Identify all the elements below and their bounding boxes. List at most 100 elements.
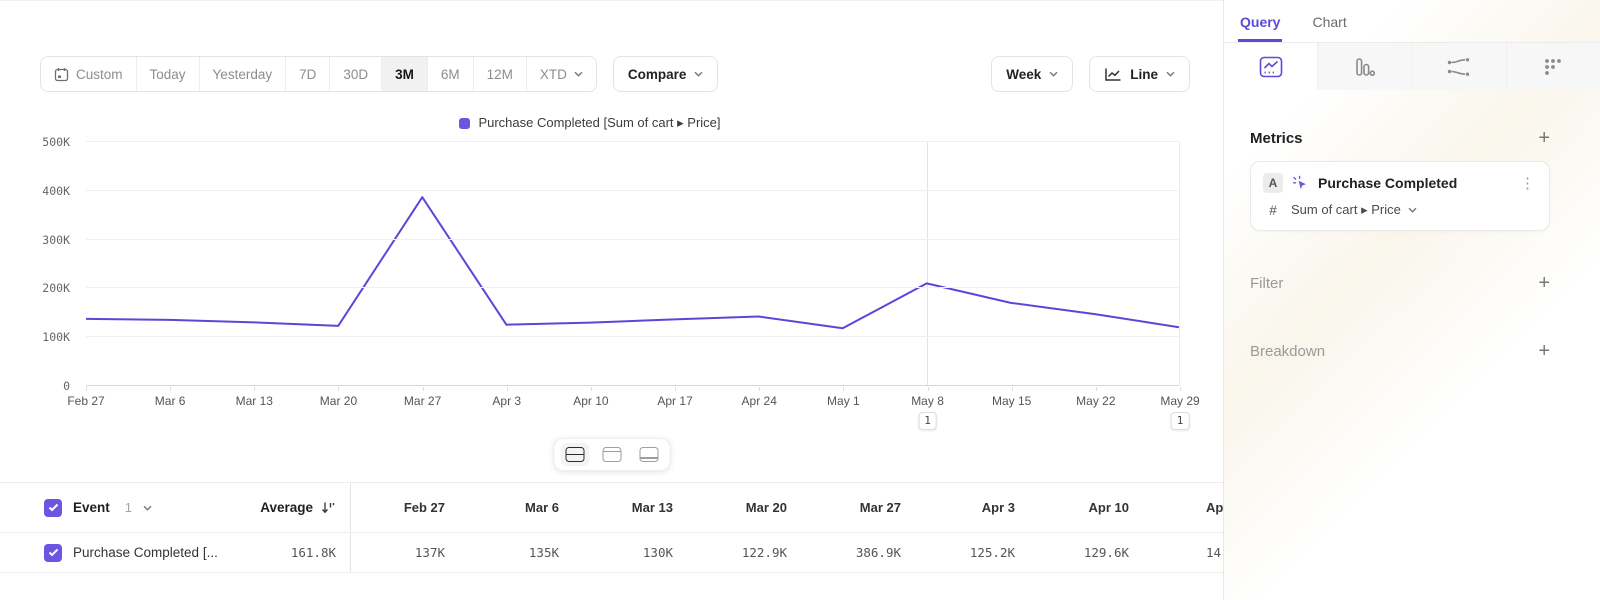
annotation-badges: 11: [86, 412, 1180, 434]
x-axis-label: Mar 27: [404, 394, 441, 408]
aggregation-dropdown[interactable]: Sum of cart ▸ Price: [1291, 202, 1417, 218]
axis-tick: [254, 387, 255, 391]
y-axis: 0100K200K300K400K500K: [0, 142, 70, 386]
table-cell-value: 125.2K: [921, 545, 1035, 560]
chevron-down-icon: [1408, 207, 1417, 213]
gridline: [86, 190, 1179, 191]
x-axis-label: May 1: [827, 394, 860, 408]
analysis-type-tabs: [1224, 43, 1600, 90]
event-selector[interactable]: Event 1: [0, 499, 218, 517]
column-header: Apr 10: [1035, 500, 1149, 515]
axis-tick: [759, 387, 760, 391]
column-header: Mar 6: [465, 500, 579, 515]
gridline: [86, 141, 1179, 142]
breakdown-section: Breakdown +: [1224, 341, 1600, 361]
row-checkbox[interactable]: [44, 544, 62, 562]
row-average-cell: 161.8K: [218, 545, 350, 560]
table-cell-value-clipped: 14: [1149, 545, 1223, 560]
metrics-header: Metrics +: [1250, 128, 1550, 148]
row-values: 137K135K130K122.9K386.9K125.2K129.6K14: [350, 533, 1223, 572]
query-panel: Query Chart Metrics + A: [1223, 0, 1600, 600]
column-header: Feb 27: [351, 500, 465, 515]
table-cell-value: 135K: [465, 545, 579, 560]
date-columns-header: Feb 27Mar 6Mar 13Mar 20Mar 27Apr 3Apr 10…: [350, 483, 1223, 532]
axis-tick: [1096, 387, 1097, 391]
analysis-tab-funnels[interactable]: [1412, 43, 1506, 90]
x-axis-label: May 22: [1076, 394, 1115, 408]
annotation-badge[interactable]: 1: [918, 412, 937, 430]
annotation-badge[interactable]: 1: [1171, 412, 1190, 430]
add-metric-button[interactable]: +: [1538, 128, 1550, 148]
column-header: Mar 13: [579, 500, 693, 515]
metric-row-event: A Purchase Completed ⋮: [1263, 173, 1537, 193]
event-count: 1: [125, 500, 132, 515]
breakdown-title: Breakdown: [1250, 343, 1325, 360]
column-header: Mar 20: [693, 500, 807, 515]
insights-icon: [1259, 56, 1283, 78]
y-axis-label: 100K: [0, 331, 70, 343]
event-header-label: Event: [73, 500, 110, 515]
average-label: Average: [260, 500, 313, 515]
table-header-row: Event1 Average Feb 27Mar 6Mar 13Mar 20Ma…: [0, 483, 1223, 533]
bar-chart-icon: [1355, 56, 1375, 78]
split-view-icon: [565, 447, 584, 462]
axis-tick: [843, 387, 844, 391]
column-header-clipped: Apr: [1149, 500, 1223, 515]
row-event-cell: Purchase Completed [...: [0, 544, 218, 562]
x-axis-label: Apr 3: [492, 394, 521, 408]
average-column-header[interactable]: Average: [218, 500, 350, 515]
x-axis-label: May 8: [911, 394, 944, 408]
add-filter-button[interactable]: +: [1538, 273, 1550, 293]
analysis-tab-retention[interactable]: [1506, 43, 1600, 90]
axis-tick: [1180, 387, 1181, 391]
aggregation-label: Sum of cart ▸ Price: [1291, 202, 1401, 218]
retention-dots-icon: [1543, 57, 1563, 77]
analysis-tab-insights[interactable]: [1224, 43, 1317, 90]
x-axis-label: Apr 24: [742, 394, 777, 408]
x-axis-label: Mar 6: [155, 394, 186, 408]
x-axis-label: May 29: [1160, 394, 1199, 408]
row-event-name: Purchase Completed [...: [73, 545, 218, 560]
y-axis-label: 0: [0, 380, 70, 392]
tab-query[interactable]: Query: [1238, 12, 1282, 42]
metrics-title: Metrics: [1250, 130, 1303, 147]
metrics-section: Metrics + A Purchase Completed ⋮ # Sum o…: [1224, 128, 1600, 231]
metric-card[interactable]: A Purchase Completed ⋮ # Sum of cart ▸ P…: [1250, 161, 1550, 231]
axis-tick: [675, 387, 676, 391]
average-value: 161.8K: [291, 545, 336, 560]
axis-tick: [423, 387, 424, 391]
axis-tick: [86, 387, 87, 391]
chevron-down-icon: [143, 505, 152, 511]
table-bottom-view-toggle[interactable]: [634, 443, 663, 466]
table-bottom-view-icon: [639, 447, 658, 462]
x-axis-label: Mar 13: [236, 394, 273, 408]
tab-chart[interactable]: Chart: [1310, 12, 1348, 42]
x-axis-label: Apr 17: [657, 394, 692, 408]
y-axis-label: 400K: [0, 185, 70, 197]
select-all-checkbox[interactable]: [44, 499, 62, 517]
axis-tick: [928, 387, 929, 391]
axis-tick: [1012, 387, 1013, 391]
metric-menu-kebab[interactable]: ⋮: [1518, 174, 1537, 192]
series-line: [86, 142, 1179, 386]
panel-tabs: Query Chart: [1224, 0, 1600, 43]
table-cell-value: 129.6K: [1035, 545, 1149, 560]
split-view-toggle[interactable]: [560, 443, 589, 466]
line-chart: 0100K200K300K400K500K Feb 27Mar 6Mar 13M…: [0, 1, 1223, 441]
y-axis-label: 500K: [0, 136, 70, 148]
x-axis-label: Feb 27: [67, 394, 104, 408]
x-axis-label: Apr 10: [573, 394, 608, 408]
table-cell-value: 130K: [579, 545, 693, 560]
funnel-flows-icon: [1447, 57, 1471, 77]
x-axis: Feb 27Mar 6Mar 13Mar 20Mar 27Apr 3Apr 10…: [86, 386, 1180, 412]
analysis-tab-bars[interactable]: [1317, 43, 1411, 90]
sort-descending-icon[interactable]: [321, 501, 336, 514]
chart-top-view-toggle[interactable]: [597, 443, 626, 466]
x-axis-label: May 15: [992, 394, 1031, 408]
y-axis-label: 200K: [0, 282, 70, 294]
add-breakdown-button[interactable]: +: [1538, 341, 1550, 361]
column-header: Apr 3: [921, 500, 1035, 515]
table-cell-value: 386.9K: [807, 545, 921, 560]
metric-letter-badge: A: [1263, 173, 1283, 193]
table-cell-value: 122.9K: [693, 545, 807, 560]
